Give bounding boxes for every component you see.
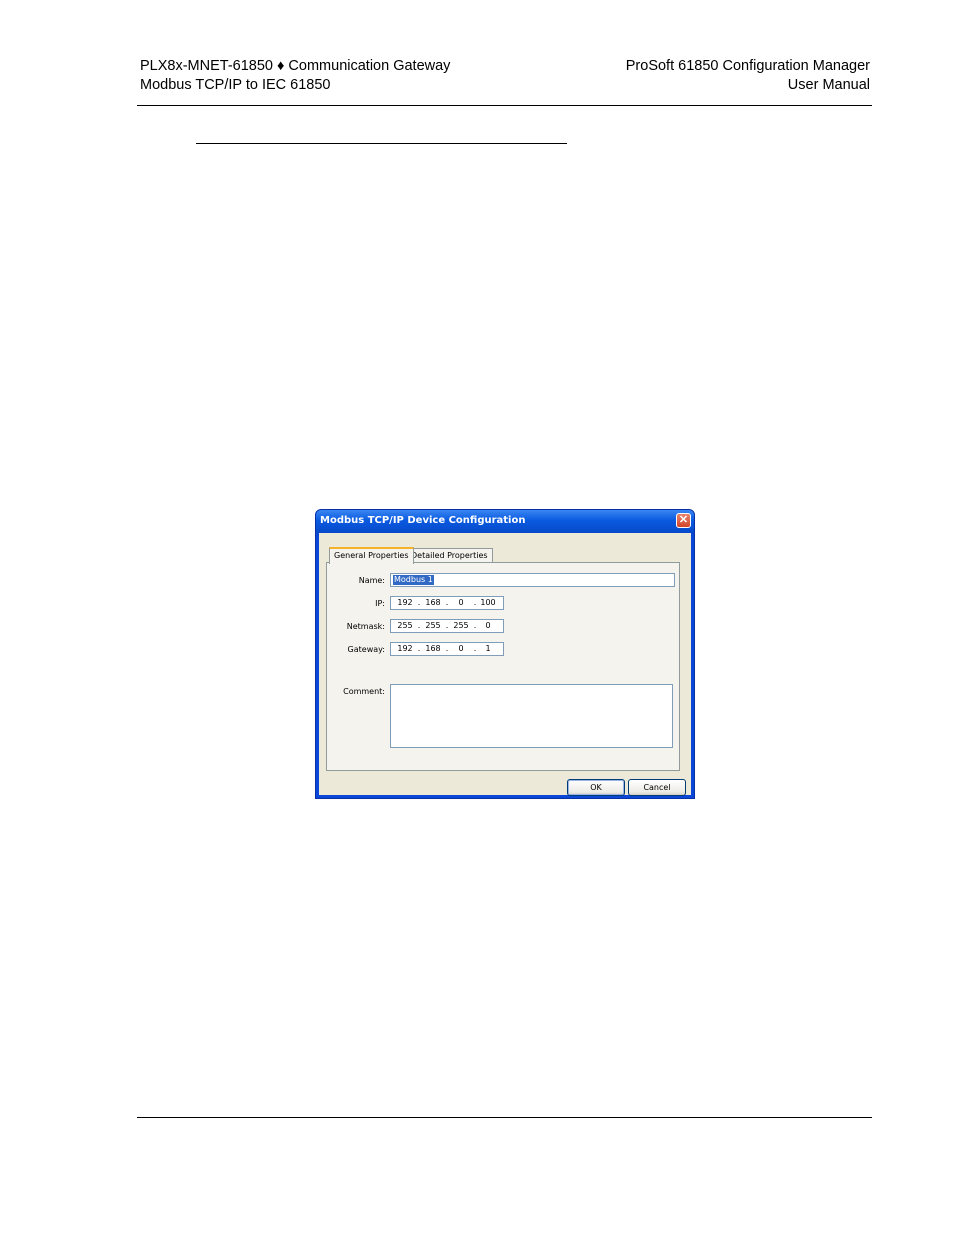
- tab-general-properties[interactable]: General Properties: [329, 547, 414, 564]
- gateway-octet-1: 192: [397, 644, 413, 653]
- name-field[interactable]: Modbus 1: [390, 573, 675, 587]
- name-value: Modbus 1: [393, 575, 434, 585]
- device-config-dialog: Modbus TCP/IP Device Configuration ✕ Gen…: [315, 509, 695, 799]
- header-rule: [137, 105, 872, 106]
- gateway-dot-2: .: [445, 644, 449, 653]
- tab-general-label: General Properties: [334, 551, 409, 560]
- gateway-field[interactable]: 192 . 168 . 0 . 1: [390, 642, 504, 656]
- comment-label: Comment:: [343, 687, 385, 696]
- gateway-octet-4: 1: [485, 644, 491, 653]
- header-left: PLX8x-MNET-61850 ♦ Communication Gateway…: [140, 57, 450, 95]
- netmask-octet-1: 255: [397, 621, 413, 630]
- gateway-octet-2: 168: [425, 644, 441, 653]
- ip-octet-3: 0: [458, 598, 464, 607]
- ok-button[interactable]: OK: [567, 779, 625, 796]
- header-product-title: PLX8x-MNET-61850 ♦ Communication Gateway: [140, 58, 451, 74]
- tab-detailed-label: Detailed Properties: [411, 551, 488, 560]
- name-label: Name:: [358, 576, 385, 585]
- ip-address-field[interactable]: 192 . 168 . 0 . 100: [390, 596, 504, 610]
- cancel-button[interactable]: Cancel: [628, 779, 686, 796]
- ip-octet-2: 168: [425, 598, 441, 607]
- netmask-octet-3: 255: [453, 621, 469, 630]
- dialog-titlebar[interactable]: Modbus TCP/IP Device Configuration ✕: [316, 510, 694, 533]
- header-product-subtitle: Modbus TCP/IP to IEC 61850: [140, 77, 331, 93]
- netmask-dot-2: .: [445, 621, 449, 630]
- netmask-field[interactable]: 255 . 255 . 255 . 0: [390, 619, 504, 633]
- footer-rule: [137, 1117, 872, 1118]
- netmask-dot-1: .: [417, 621, 421, 630]
- ip-dot-1: .: [417, 598, 421, 607]
- ip-octet-4: 100: [480, 598, 496, 607]
- gateway-dot-1: .: [417, 644, 421, 653]
- gateway-label: Gateway:: [347, 645, 385, 654]
- tab-detailed-properties[interactable]: Detailed Properties: [406, 548, 493, 563]
- dialog-title: Modbus TCP/IP Device Configuration: [320, 515, 526, 526]
- ip-label: IP:: [375, 599, 385, 608]
- netmask-octet-4: 0: [485, 621, 491, 630]
- gateway-octet-3: 0: [458, 644, 464, 653]
- netmask-label: Netmask:: [346, 622, 385, 631]
- dialog-client-area: General Properties Detailed Properties N…: [319, 533, 691, 796]
- comment-textarea[interactable]: [390, 684, 673, 748]
- section-underline: [196, 143, 567, 144]
- header-doc-type: User Manual: [787, 77, 870, 93]
- netmask-octet-2: 255: [425, 621, 441, 630]
- close-icon[interactable]: ✕: [676, 513, 691, 528]
- ip-dot-2: .: [445, 598, 449, 607]
- general-properties-panel: Name: Modbus 1 IP: 192 . 168 . 0 . 100 N…: [326, 562, 680, 771]
- header-section-title: ProSoft 61850 Configuration Manager: [625, 58, 870, 74]
- header-right: ProSoft 61850 Configuration Manager User…: [626, 57, 870, 95]
- ip-octet-1: 192: [397, 598, 413, 607]
